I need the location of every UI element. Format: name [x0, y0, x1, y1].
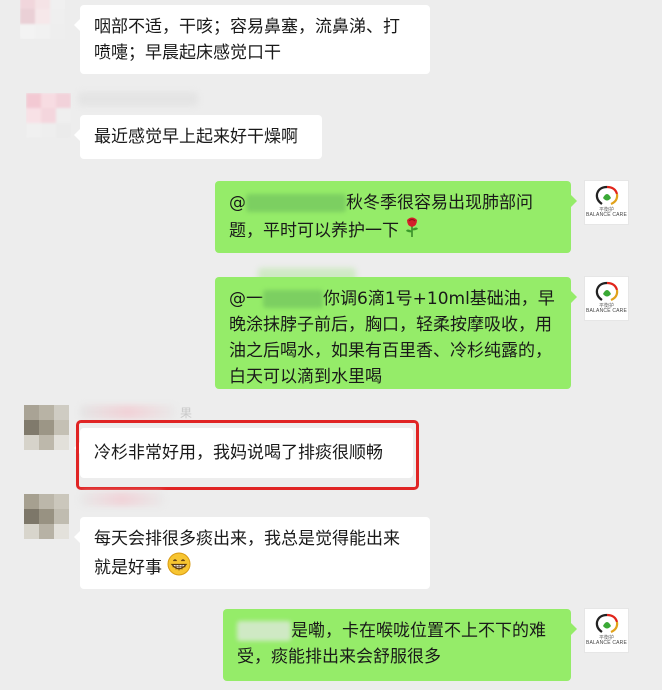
sender-avatar[interactable] [24, 405, 69, 450]
mention-name-blur [263, 290, 323, 308]
message-bubble[interactable]: 每天会排很多痰出来，我总是觉得能出来就是好事 [74, 517, 430, 589]
balance-care-logo-icon [595, 185, 619, 206]
balance-care-logo-icon [595, 613, 619, 634]
sender-name-blur [80, 492, 164, 506]
grin-icon [167, 552, 191, 584]
message-text: 每天会排很多痰出来，我总是觉得能出来就是好事 [94, 529, 400, 578]
sender-name-blur [80, 405, 176, 419]
message-bubble[interactable]: 最近感觉早上起来好干燥啊 [74, 115, 322, 159]
message-bubble[interactable]: 咽部不适，干咳；容易鼻塞，流鼻涕、打喷嚏；早晨起床感觉口干 [74, 5, 430, 74]
user-avatar[interactable]: 平衡护 BALANCE CARE [584, 608, 629, 653]
user-avatar[interactable]: 平衡护 BALANCE CARE [584, 276, 629, 321]
brand-en: BALANCE CARE [585, 308, 628, 314]
sender-avatar[interactable] [26, 93, 71, 138]
mention-name-blur [246, 194, 346, 212]
message-text: 最近感觉早上起来好干燥啊 [94, 127, 298, 147]
message-bubble[interactable]: 是嘞，卡在喉咙位置不上不下的难受，痰能排出来会舒服很多 [223, 609, 577, 681]
mention-prefix: @ [229, 193, 246, 213]
sender-name-blur [237, 621, 291, 641]
sender-avatar[interactable] [24, 494, 69, 539]
brand-en: BALANCE CARE [585, 640, 628, 646]
sender-avatar[interactable] [20, 0, 65, 39]
rose-icon [404, 216, 420, 246]
sender-name-fragment: 果 [180, 406, 193, 420]
user-avatar[interactable]: 平衡护 BALANCE CARE [584, 180, 629, 225]
message-text: 咽部不适，干咳；容易鼻塞，流鼻涕、打喷嚏；早晨起床感觉口干 [94, 17, 400, 63]
sender-name-blur [78, 92, 198, 106]
message-bubble[interactable]: @ 秋冬季很容易出现肺部问题，平时可以养护一下 [215, 181, 577, 253]
message-bubble[interactable]: @一 你调6滴1号+10ml基础油，早晚涂抹脖子前后，胸口，轻柔按摩吸收，用油之后… [215, 277, 577, 389]
highlight-box [76, 420, 419, 490]
balance-care-logo-icon [595, 281, 619, 302]
mention-prefix: @一 [229, 289, 263, 309]
brand-en: BALANCE CARE [585, 212, 628, 218]
